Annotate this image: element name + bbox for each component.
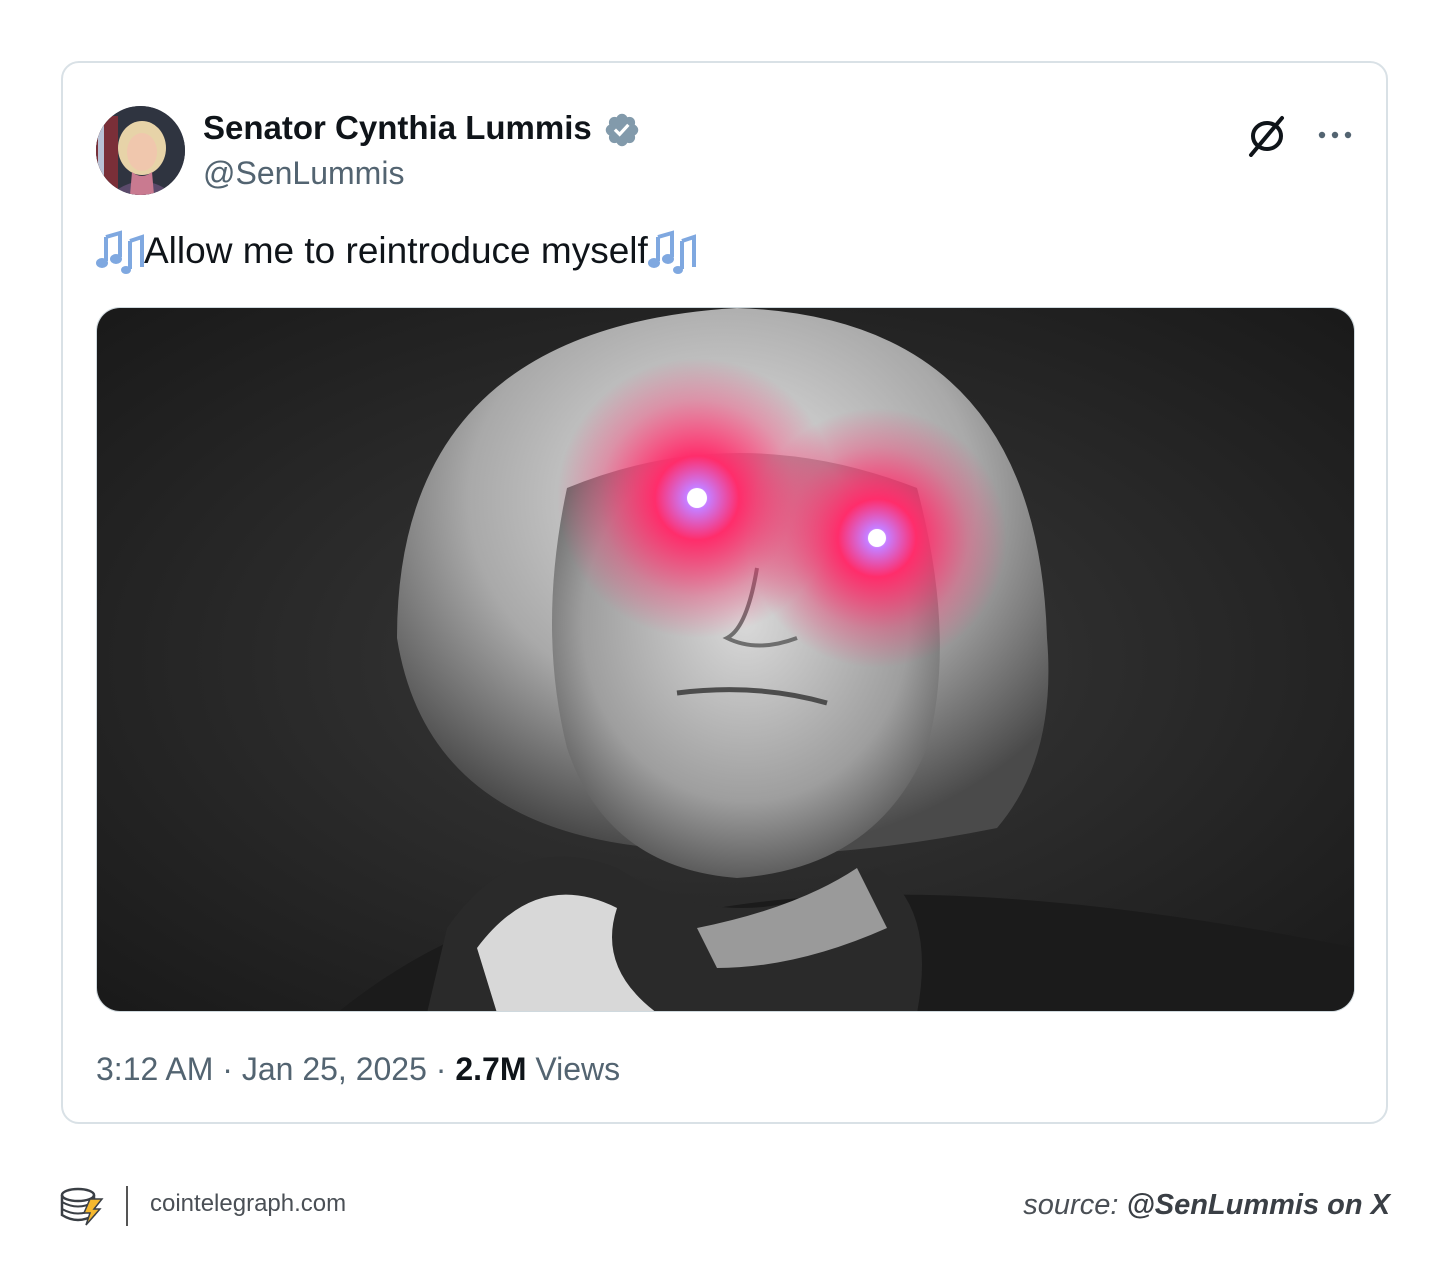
cointelegraph-logo-icon xyxy=(60,1187,104,1226)
avatar[interactable] xyxy=(96,106,185,195)
footer-divider xyxy=(126,1186,128,1226)
source-handle[interactable]: @SenLummis on X xyxy=(1126,1189,1390,1221)
tweet-photo[interactable] xyxy=(96,307,1355,1012)
musical-notes-icon xyxy=(96,230,144,274)
x-logo-icon[interactable] xyxy=(1246,115,1288,157)
footer-site[interactable]: cointelegraph.com xyxy=(150,1190,346,1218)
tweet-card: Senator Cynthia Lummis @SenLummis Allow … xyxy=(61,61,1388,1124)
verified-badge-icon xyxy=(605,113,639,147)
tweet-date[interactable]: Jan 25, 2025 xyxy=(242,1051,427,1087)
footer-source: source: @SenLummis on X xyxy=(1023,1189,1390,1222)
tweet-body: Allow me to reintroduce myself xyxy=(144,230,648,271)
views-label: Views xyxy=(535,1051,621,1087)
musical-notes-icon xyxy=(647,230,696,274)
source-prefix: source: xyxy=(1023,1189,1119,1221)
tweet-time[interactable]: 3:12 AM xyxy=(96,1051,213,1087)
more-options-icon[interactable] xyxy=(1317,129,1353,141)
tweet-text: Allow me to reintroduce myself xyxy=(96,227,696,275)
views-count: 2.7M xyxy=(455,1051,527,1087)
display-name[interactable]: Senator Cynthia Lummis xyxy=(203,109,592,147)
user-handle[interactable]: @SenLummis xyxy=(203,155,404,192)
meta-separator: · xyxy=(222,1051,233,1087)
meta-separator: · xyxy=(435,1051,447,1087)
tweet-meta: 3:12 AM · Jan 25, 2025 · 2.7M Views xyxy=(96,1051,620,1088)
